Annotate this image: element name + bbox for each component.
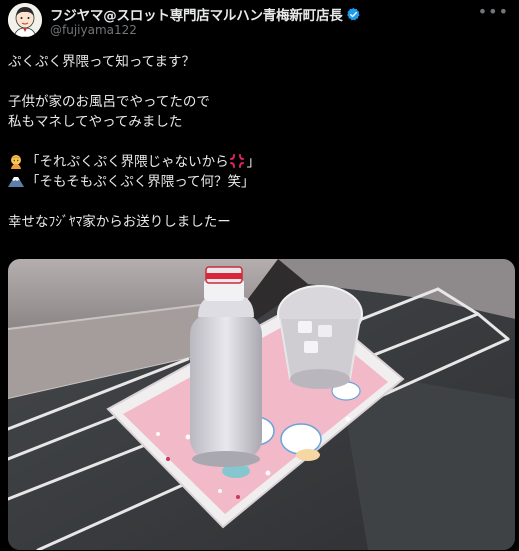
author-handle[interactable]: @fujiyama122 xyxy=(50,23,137,37)
glass xyxy=(277,285,363,389)
tweet-text: ぷくぷく界隈って知ってます？ 子供が家のお風呂でやってたので 私もマネしてやって… xyxy=(8,52,508,232)
text-line-1: ぷくぷく界隈って知ってます？ xyxy=(8,54,195,70)
text-line-6: 「それぷくぷく界隈じゃないから 」 xyxy=(8,152,508,172)
more-icon: ••• xyxy=(477,2,509,21)
text-line-3: 子供が家のお風呂でやってたので xyxy=(8,94,210,110)
tweet: フジヤマ@スロット専門店マルハン青梅新町店長 @fujiyama122 ••• … xyxy=(0,0,519,551)
child-emoji-icon xyxy=(11,155,21,169)
text-line-4: 私もマネしてやってみました xyxy=(8,114,183,130)
verified-badge-icon xyxy=(346,7,360,21)
text-gap xyxy=(8,192,508,212)
anger-symbol-icon xyxy=(229,154,244,168)
text-line-6-tail: 」 xyxy=(246,154,261,170)
text-gap xyxy=(8,72,508,92)
text-line-7-content: 「そもそもぷくぷく界隈って何？笑」 xyxy=(26,174,255,190)
avatar-illustration xyxy=(8,3,42,37)
text-line-9: 幸せなﾌｼﾞﾔﾏ家からお送りしましたー xyxy=(8,214,231,230)
author-name-text: フジヤマ@スロット専門店マルハン青梅新町店長 xyxy=(50,8,343,24)
avatar[interactable] xyxy=(8,3,42,37)
text-line-7: 「そもそもぷくぷく界隈って何？笑」 xyxy=(8,172,508,192)
text-gap xyxy=(8,132,508,152)
tweet-photo[interactable] xyxy=(8,259,515,550)
author-name[interactable]: フジヤマ@スロット専門店マルハン青梅新町店長 xyxy=(50,4,361,24)
mount-fuji-emoji-icon xyxy=(8,177,24,187)
photo-illustration xyxy=(8,259,515,550)
text-line-6-content: 「それぷくぷく界隈じゃないから xyxy=(26,154,229,170)
more-options-button[interactable]: ••• xyxy=(478,2,509,21)
